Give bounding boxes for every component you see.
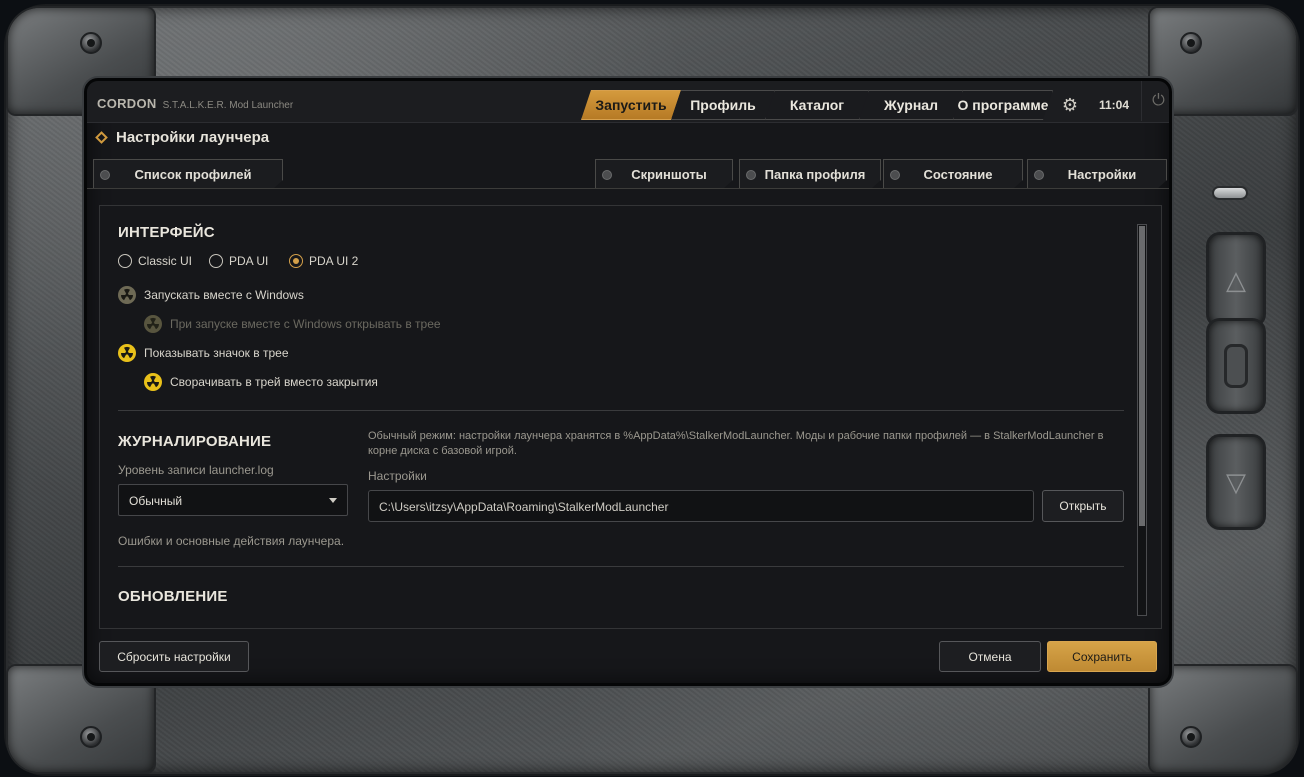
subtab-label: Список профилей: [134, 167, 252, 182]
log-level-hint: Ошибки и основные действия лаунчера.: [118, 534, 345, 548]
nav-tab-launch[interactable]: Запустить: [581, 90, 681, 120]
page-title: Настройки лаунчера: [116, 129, 270, 146]
radio-icon: [118, 254, 132, 268]
radiation-icon: [144, 315, 162, 333]
radio-label: PDA UI: [229, 254, 269, 268]
divider: [118, 410, 1124, 411]
radio-selected-icon: [289, 254, 303, 268]
reset-settings-button[interactable]: Сбросить настройки: [99, 641, 249, 672]
subtab-label: Папка профиля: [764, 167, 866, 182]
toggle-autostart[interactable]: Запускать вместе с Windows: [118, 286, 304, 304]
subtab-screenshots[interactable]: Скриншоты: [595, 159, 733, 189]
bolt-icon: [80, 726, 102, 748]
settings-path-field[interactable]: C:\Users\itzsy\AppData\Roaming\StalkerMo…: [368, 490, 1034, 522]
radio-label: Classic UI: [138, 254, 193, 268]
radiation-icon: [144, 373, 162, 391]
subtab-label: Настройки: [1067, 167, 1137, 182]
radio-pda-ui-2[interactable]: PDA UI 2: [289, 254, 358, 268]
bolt-icon: [80, 32, 102, 54]
nav-tab-journal[interactable]: Журнал: [859, 90, 963, 120]
subtab-label: Состояние: [923, 167, 993, 182]
radio-icon: [209, 254, 223, 268]
bolt-icon: [1180, 32, 1202, 54]
subtab-profile-folder[interactable]: Папка профиля: [739, 159, 881, 189]
screen: CORDON S.T.A.L.K.E.R. Mod Launcher Запус…: [84, 78, 1172, 686]
toggle-label: Показывать значок в трее: [144, 346, 289, 360]
settings-panel: ИНТЕРФЕЙС Classic UI PDA UI PDA UI 2 Зап…: [99, 205, 1162, 629]
subtab-state[interactable]: Состояние: [883, 159, 1023, 189]
radio-classic-ui[interactable]: Classic UI: [118, 254, 192, 268]
power-icon[interactable]: ⏻: [1141, 81, 1169, 121]
radio-pda-ui[interactable]: PDA UI: [209, 254, 268, 268]
nav-tab-catalog[interactable]: Каталог: [765, 90, 869, 120]
storage-mode-note: Обычный режим: настройки лаунчера хранят…: [368, 430, 1104, 457]
triangle-up-icon: △: [1226, 264, 1246, 295]
radiation-icon: [118, 286, 136, 304]
select-value: Обычный: [129, 494, 183, 508]
app-logo: CORDON: [97, 96, 157, 111]
nav-tab-profile[interactable]: Профиль: [671, 90, 775, 120]
log-level-label: Уровень записи launcher.log: [118, 463, 274, 477]
app-subtitle: S.T.A.L.K.E.R. Mod Launcher: [162, 100, 294, 111]
side-up-button[interactable]: △: [1206, 232, 1266, 328]
caret-down-icon: [329, 498, 337, 503]
indicator-dot-icon: [100, 170, 110, 180]
brand: CORDON S.T.A.L.K.E.R. Mod Launcher: [97, 96, 293, 111]
radio-label: PDA UI 2: [309, 254, 359, 268]
page-header: Настройки лаунчера: [95, 129, 270, 146]
indicator-dot-icon: [1034, 170, 1044, 180]
bolt-icon: [1180, 726, 1202, 748]
toggle-label: Сворачивать в трей вместо закрытия: [170, 375, 378, 389]
gear-icon[interactable]: ⚙: [1059, 94, 1081, 116]
log-level-select[interactable]: Обычный: [118, 484, 348, 516]
indicator-dot-icon: [602, 170, 612, 180]
subtab-label: Скриншоты: [631, 167, 707, 182]
section-heading-interface: ИНТЕРФЕЙС: [118, 224, 215, 241]
toggle-label: При запуске вместе с Windows открывать в…: [170, 317, 441, 331]
radiation-icon: [118, 344, 136, 362]
toggle-show-tray-icon[interactable]: Показывать значок в трее: [118, 344, 289, 362]
cancel-button[interactable]: Отмена: [939, 641, 1041, 672]
side-down-button[interactable]: ▽: [1206, 434, 1266, 530]
indicator-dot-icon: [890, 170, 900, 180]
open-folder-button[interactable]: Открыть: [1042, 490, 1124, 522]
subtab-settings[interactable]: Настройки: [1027, 159, 1167, 189]
clock: 11:04: [1099, 98, 1130, 112]
side-center-button[interactable]: [1206, 318, 1266, 414]
toggle-label: Запускать вместе с Windows: [144, 288, 304, 302]
main-nav: Запустить Профиль Каталог Журнал О прогр…: [581, 90, 1043, 120]
status-led: [1212, 186, 1248, 200]
top-bar: CORDON S.T.A.L.K.E.R. Mod Launcher Запус…: [87, 81, 1169, 123]
divider: [87, 188, 1169, 189]
subtab-profiles[interactable]: Список профилей: [93, 159, 283, 189]
indicator-dot-icon: [746, 170, 756, 180]
scrollbar-thumb[interactable]: [1139, 226, 1145, 526]
section-heading-logging: ЖУРНАЛИРОВАНИЕ: [118, 433, 272, 450]
scrollbar[interactable]: [1137, 224, 1147, 616]
settings-path-label: Настройки: [368, 469, 427, 483]
diamond-icon: [95, 131, 108, 144]
nav-tab-about[interactable]: О программе: [953, 90, 1053, 120]
divider: [118, 566, 1124, 567]
center-slot-icon: [1224, 344, 1248, 388]
toggle-minimize-to-tray[interactable]: Сворачивать в трей вместо закрытия: [144, 373, 378, 391]
section-heading-update: ОБНОВЛЕНИЕ: [118, 588, 228, 605]
frame-corner: [1148, 664, 1298, 774]
toggle-autostart-tray[interactable]: При запуске вместе с Windows открывать в…: [144, 315, 441, 333]
save-button[interactable]: Сохранить: [1047, 641, 1157, 672]
triangle-down-icon: ▽: [1226, 466, 1246, 497]
